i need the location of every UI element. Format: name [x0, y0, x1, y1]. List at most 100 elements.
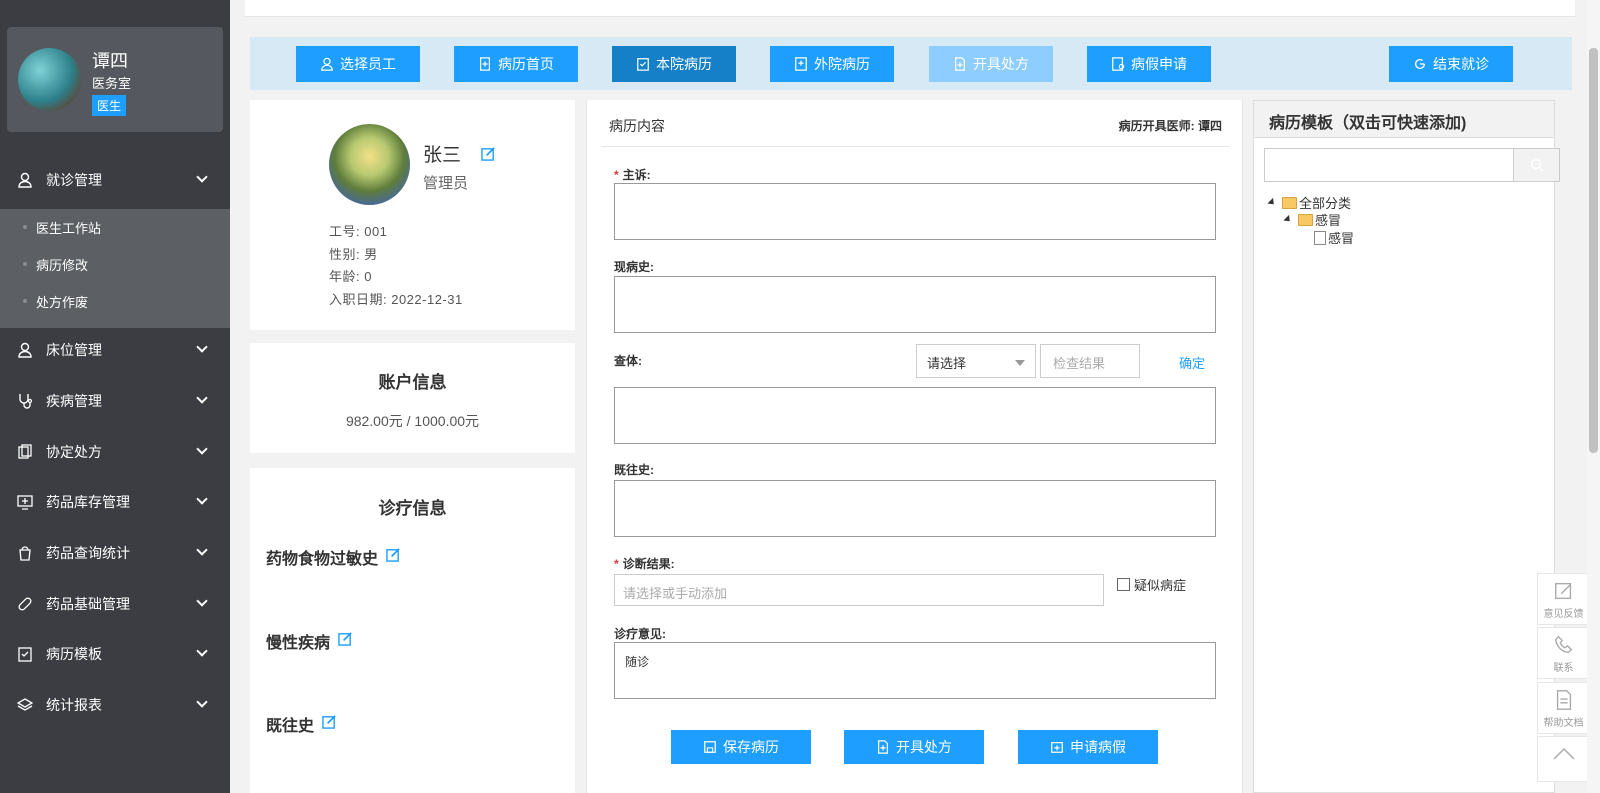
sidebar-item-label: 药品基础管理	[46, 596, 130, 612]
check-result-input[interactable]: 检查结果	[1040, 344, 1140, 378]
checkbox[interactable]	[1117, 578, 1130, 591]
save-record-button[interactable]: 保存病历	[671, 730, 811, 764]
sidebar-item-drug-inventory[interactable]: 药品库存管理	[0, 482, 230, 522]
past-history-textarea[interactable]	[614, 480, 1216, 537]
stethoscope-icon	[16, 392, 34, 410]
suspect-checkbox[interactable]: 疑似病症	[1117, 575, 1186, 594]
chevron-down-icon	[196, 696, 208, 708]
layers-icon	[16, 696, 34, 714]
sidebar-item-disease-management[interactable]: 疾病管理	[0, 381, 230, 421]
chevron-down-icon	[196, 443, 208, 455]
feedback-button[interactable]: 意见反馈	[1537, 573, 1590, 625]
help-docs-button[interactable]: 帮助文档	[1537, 682, 1590, 734]
button-label: 开具处方	[973, 56, 1029, 72]
caret-down-icon	[1015, 360, 1025, 366]
sidebar-item-label: 药品查询统计	[46, 545, 130, 561]
avatar[interactable]	[18, 48, 81, 111]
chronic-disease-label: 慢性疾病	[266, 635, 331, 652]
diagnosis-input[interactable]: 请选择或手动添加	[614, 574, 1104, 606]
edit-icon[interactable]	[386, 547, 401, 567]
account-title: 账户信息	[378, 373, 447, 392]
checklist-icon	[16, 645, 34, 663]
search-button[interactable]	[1513, 149, 1559, 181]
select-employee-button[interactable]: 选择员工	[296, 46, 420, 82]
expand-icon[interactable]	[1267, 197, 1277, 208]
user-name: 谭四	[92, 51, 128, 71]
tree-node-cold-template[interactable]: 感冒	[1314, 228, 1354, 247]
submenu: 医生工作站 病历修改 处方作废	[0, 209, 230, 328]
chevron-down-icon	[196, 392, 208, 404]
sidebar-subitem-doctor-workstation[interactable]: 医生工作站	[0, 209, 230, 245]
prescribe-form-button[interactable]: 开具处方	[844, 730, 984, 764]
user-icon	[16, 171, 34, 189]
physical-exam-textarea[interactable]	[614, 387, 1216, 444]
document-icon	[1556, 690, 1571, 710]
button-label: 病历首页	[498, 56, 554, 72]
sidebar-subitem-prescription-void[interactable]: 处方作废	[0, 283, 230, 319]
past-history-label: 既往史	[266, 718, 315, 735]
sidebar-item-bed-management[interactable]: 床位管理	[0, 330, 230, 370]
button-label: 结束就诊	[1433, 56, 1489, 72]
sidebar-item-label: 协定处方	[46, 444, 102, 460]
scrollbar-thumb[interactable]	[1589, 48, 1598, 453]
allergy-history: 药物食物过敏史	[266, 545, 401, 569]
sidebar-item-visit-management[interactable]: 就诊管理	[0, 160, 230, 200]
prescribe-button[interactable]: 开具处方	[929, 46, 1053, 82]
user-icon	[321, 57, 333, 71]
scrollbar[interactable]	[1587, 0, 1600, 793]
folder-icon	[1298, 213, 1313, 226]
sidebar-item-reports[interactable]: 统计报表	[0, 685, 230, 725]
account-card: 账户信息 982.00元 / 1000.00元	[250, 343, 575, 453]
sidebar-item-label: 疾病管理	[46, 393, 102, 409]
sidebar-item-label: 就诊管理	[46, 172, 102, 188]
diagnosis-label: * 诊断结果:	[614, 557, 675, 571]
diagnosis-info-title: 诊疗信息	[378, 499, 447, 518]
present-illness-textarea[interactable]	[614, 276, 1216, 333]
account-balance: 982.00元 / 1000.00元	[345, 413, 480, 429]
sidebar-item-drug-basics[interactable]: 药品基础管理	[0, 584, 230, 624]
template-search-input[interactable]	[1264, 148, 1560, 182]
pill-icon	[16, 595, 34, 613]
document-icon	[480, 57, 490, 71]
apply-sick-leave-button[interactable]: 申请病假	[1018, 730, 1158, 764]
add-document-icon	[955, 57, 965, 71]
sick-leave-button[interactable]: 病假申请	[1087, 46, 1211, 82]
expand-icon[interactable]	[1283, 214, 1293, 225]
tree-node-cold-folder[interactable]: 感冒	[1283, 210, 1341, 229]
confirm-link[interactable]: 确定	[1179, 353, 1205, 372]
patient-role: 管理员	[423, 175, 469, 192]
opinion-textarea[interactable]: 随诊	[614, 642, 1216, 699]
chief-complaint-textarea[interactable]	[614, 183, 1216, 240]
patient-hire-date: 入职日期: 2022-12-31	[329, 292, 463, 307]
button-label: 外院病历	[814, 56, 870, 72]
document-icon	[1314, 230, 1326, 245]
divider	[601, 146, 1229, 147]
edit-icon[interactable]	[322, 714, 337, 734]
physical-exam-label: 查体:	[614, 354, 642, 368]
phone-icon	[1554, 635, 1572, 654]
sidebar: 谭四 医务室 医生 就诊管理 医生工作站 病历修改 处方作废 床位管理 疾病管理…	[0, 0, 230, 793]
edit-icon[interactable]	[338, 631, 353, 651]
sidebar-item-agreed-prescription[interactable]: 协定处方	[0, 432, 230, 472]
toolbar: 选择员工 病历首页 本院病历 外院病历 开具处方 病假申请 结束就诊	[250, 37, 1572, 90]
chronic-disease: 慢性疾病	[266, 629, 353, 653]
exam-select[interactable]: 请选择	[916, 344, 1036, 378]
external-record-button[interactable]: 外院病历	[770, 46, 894, 82]
sidebar-item-label: 统计报表	[46, 697, 102, 713]
save-icon	[704, 741, 716, 753]
record-home-button[interactable]: 病历首页	[454, 46, 578, 82]
add-document-icon	[878, 740, 888, 754]
edit-icon[interactable]	[481, 146, 496, 164]
end-visit-button[interactable]: 结束就诊	[1389, 46, 1513, 82]
sidebar-item-drug-query[interactable]: 药品查询统计	[0, 533, 230, 573]
sidebar-subitem-record-edit[interactable]: 病历修改	[0, 246, 230, 282]
button-label: 病假申请	[1131, 56, 1187, 72]
hospital-record-button[interactable]: 本院病历	[612, 46, 736, 82]
contact-button[interactable]: 联系	[1537, 627, 1590, 679]
user-dept: 医务室	[92, 76, 132, 91]
past-history-label: 既往史:	[614, 463, 654, 477]
sidebar-item-record-templates[interactable]: 病历模板	[0, 634, 230, 674]
user-card: 谭四 医务室 医生	[7, 27, 223, 132]
chevron-down-icon	[196, 544, 208, 556]
back-to-top-button[interactable]	[1537, 736, 1590, 782]
